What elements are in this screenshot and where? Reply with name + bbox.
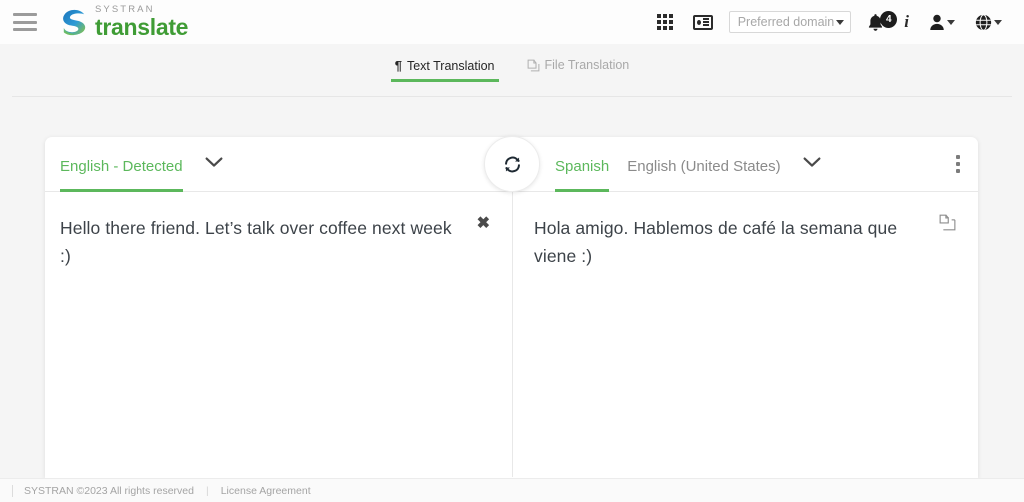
- source-text-panel[interactable]: Hello there friend. Let’s talk over coff…: [45, 192, 512, 477]
- footer-copyright: SYSTRAN ©2023 All rights reserved: [24, 484, 194, 497]
- translator-card: English - Detected Spanish English (Unit…: [45, 136, 978, 478]
- target-text-panel: Hola amigo. Hablemos de café la semana q…: [512, 192, 978, 477]
- file-copy-icon: [527, 59, 539, 71]
- account-menu-button[interactable]: [919, 5, 965, 39]
- chevron-down-icon[interactable]: [803, 155, 821, 173]
- page-footer: SYSTRAN ©2023 All rights reserved | Lice…: [0, 478, 1024, 502]
- target-language-primary[interactable]: Spanish: [555, 158, 610, 192]
- copy-icon[interactable]: [939, 214, 956, 236]
- tab-text-translation[interactable]: ¶ Text Translation: [390, 58, 499, 82]
- info-button[interactable]: i: [894, 5, 919, 39]
- hamburger-menu-icon[interactable]: [13, 13, 37, 31]
- brand-logo[interactable]: SYSTRAN translate: [57, 5, 188, 39]
- translator-card-body: Hello there friend. Let’s talk over coff…: [45, 192, 978, 477]
- hamburger-bar: [13, 13, 37, 16]
- preferred-domain-select[interactable]: Preferred domain: [728, 11, 852, 33]
- copy-glyph-icon: [939, 214, 956, 231]
- license-agreement-link[interactable]: License Agreement: [221, 485, 311, 497]
- tabs-divider: [12, 96, 1012, 97]
- chevron-down-glyph: [205, 157, 223, 167]
- close-icon[interactable]: ✖: [477, 216, 490, 232]
- tab-file-translation[interactable]: File Translation: [523, 58, 634, 81]
- swap-languages-icon: [504, 156, 520, 172]
- globe-glyph-icon: [975, 13, 992, 31]
- apps-grid-icon: [656, 14, 673, 30]
- source-language-label[interactable]: English - Detected: [60, 158, 183, 192]
- chevron-down-icon[interactable]: [205, 155, 223, 173]
- kebab-menu-icon[interactable]: [956, 137, 960, 191]
- user-glyph-icon: [930, 14, 944, 30]
- target-language-selector: Spanish English (United States): [512, 137, 978, 192]
- brand-name-label: translate: [95, 13, 189, 40]
- top-header-bar: SYSTRAN translate Preferred domain 4 i: [0, 0, 1024, 44]
- source-language-selector: English - Detected: [45, 137, 512, 192]
- tab-file-translation-label: File Translation: [544, 58, 630, 72]
- translation-mode-tabs: ¶ Text Translation File Translation: [0, 58, 1024, 92]
- notification-count-badge: 4: [880, 10, 898, 28]
- hamburger-bar: [13, 20, 37, 24]
- globe-icon: [975, 13, 1002, 31]
- source-text[interactable]: Hello there friend. Let’s talk over coff…: [60, 214, 460, 271]
- preferred-domain-label: Preferred domain: [737, 15, 835, 29]
- contacts-button[interactable]: [683, 5, 723, 39]
- swap-languages-button[interactable]: [484, 136, 540, 192]
- header-actions: Preferred domain 4 i: [647, 5, 1012, 39]
- caret-down-icon: [994, 19, 1002, 25]
- target-language-secondary[interactable]: English (United States): [627, 158, 780, 191]
- chevron-down-glyph: [803, 157, 821, 167]
- bell-wrapper: 4: [867, 10, 898, 32]
- translator-card-header: English - Detected Spanish English (Unit…: [45, 136, 978, 192]
- footer-left-bar: [12, 484, 13, 497]
- app-page: SYSTRAN translate Preferred domain 4 i ¶…: [0, 0, 1024, 502]
- tab-text-translation-label: Text Translation: [406, 58, 495, 73]
- systran-swirl-logo-icon: [63, 9, 86, 36]
- info-icon: i: [904, 12, 909, 31]
- pilcrow-icon: ¶: [394, 58, 402, 73]
- footer-separator: |: [205, 484, 209, 497]
- caret-down-icon: [836, 19, 845, 25]
- notifications-button[interactable]: 4: [857, 5, 898, 39]
- brand-text: SYSTRAN translate: [95, 5, 188, 39]
- hamburger-bar: [13, 28, 37, 31]
- caret-down-icon: [947, 19, 955, 25]
- target-text: Hola amigo. Hablemos de café la semana q…: [534, 218, 898, 267]
- user-icon: [929, 14, 955, 31]
- apps-grid-button[interactable]: [647, 5, 683, 39]
- ui-language-menu-button[interactable]: [965, 5, 1012, 39]
- id-card-icon: [692, 14, 713, 30]
